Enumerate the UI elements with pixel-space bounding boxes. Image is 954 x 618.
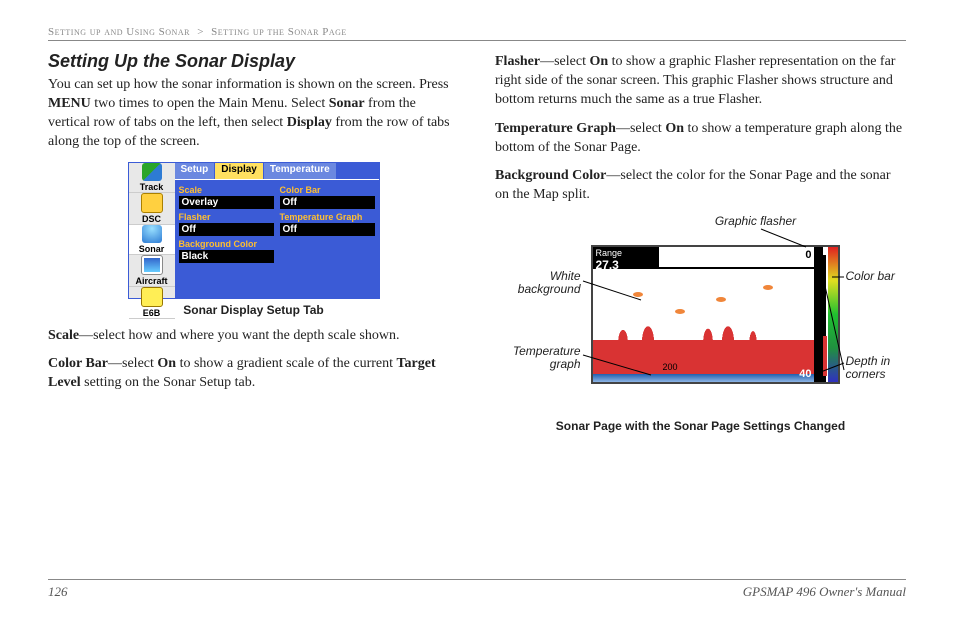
figure1-caption: Sonar Display Setup Tab: [183, 303, 323, 317]
tempgraph-paragraph: Temperature Graph—select On to show a te…: [495, 120, 906, 158]
breadcrumb-part1: Setting up and Using Sonar: [48, 26, 190, 38]
e6b-icon: [141, 287, 163, 307]
fish-icon: [716, 297, 726, 302]
sidebar-e6b: E6B: [129, 287, 175, 319]
breadcrumb-sep: >: [197, 26, 204, 38]
field-tempgraph-label: Temperature Graph: [280, 212, 375, 222]
header-rule: [48, 40, 906, 41]
page-footer: 126 GPSMAP 496 Owner's Manual: [48, 579, 906, 600]
page-number: 126: [48, 584, 68, 600]
scale-paragraph: Scale—select how and where you want the …: [48, 327, 459, 346]
fish-icon: [633, 292, 643, 297]
graphic-flasher: [814, 247, 826, 382]
callout-white-bg: White background: [496, 270, 581, 296]
fish-icon: [675, 309, 685, 314]
range-readout: Range27.3: [593, 247, 659, 269]
sonar-tab: Sonar: [329, 96, 365, 111]
sidebar-dsc: DSC: [129, 193, 175, 225]
tempgraph-term: Temperature Graph: [495, 121, 616, 136]
dsc-icon: [141, 193, 163, 213]
figure2-caption: Sonar Page with the Sonar Page Settings …: [495, 419, 906, 433]
callout-color-bar: Color bar: [846, 270, 895, 283]
manual-title: GPSMAP 496 Owner's Manual: [743, 584, 906, 600]
field-colorbar-label: Color Bar: [280, 185, 375, 195]
field-flasher-value: Off: [179, 223, 274, 236]
field-bgcolor-value: Black: [179, 250, 274, 263]
callout-depth: Depth in corners: [846, 355, 906, 381]
setup-pane: Setup Display Temperature ScaleOverlay C…: [175, 163, 379, 298]
display-tab: Display: [287, 115, 332, 130]
tab-setup: Setup: [175, 163, 216, 179]
figure-sonar-page: 200 Range27.3 0 40 Graphic flasher White…: [496, 215, 906, 415]
depth-bottom: 40: [799, 368, 811, 380]
field-scale-label: Scale: [179, 185, 274, 195]
sonar-screenshot: 200 Range27.3 0 40: [591, 245, 840, 384]
field-tempgraph-value: Off: [280, 223, 375, 236]
scale-tick: 200: [663, 362, 678, 372]
color-bar: [828, 247, 838, 382]
sidebar-aircraft: Aircraft: [129, 255, 175, 287]
field-bgcolor-label: Background Color: [179, 239, 274, 249]
figure-setup-tab: Track DSC Sonar Aircraft E6B Setup Displ…: [48, 162, 459, 317]
callout-temp-graph: Temperature graph: [496, 345, 581, 371]
field-scale-value: Overlay: [179, 196, 274, 209]
intro-paragraph: You can set up how the sonar information…: [48, 76, 459, 152]
field-colorbar-value: Off: [280, 196, 375, 209]
setup-screenshot: Track DSC Sonar Aircraft E6B Setup Displ…: [128, 162, 380, 299]
flasher-term: Flasher: [495, 54, 540, 69]
track-icon: [142, 163, 162, 181]
right-column: Flasher—select On to show a graphic Flas…: [495, 49, 906, 433]
field-flasher-label: Flasher: [179, 212, 274, 222]
fish-icon: [763, 285, 773, 290]
left-column: Setting Up the Sonar Display You can set…: [48, 49, 459, 433]
depth-top: 0: [805, 249, 811, 261]
section-heading: Setting Up the Sonar Display: [48, 51, 459, 72]
menu-key: MENU: [48, 96, 91, 111]
bgcolor-term: Background Color: [495, 168, 606, 183]
setup-sidebar: Track DSC Sonar Aircraft E6B: [129, 163, 175, 298]
sidebar-track: Track: [129, 163, 175, 193]
sonar-icon: [142, 225, 162, 243]
bgcolor-paragraph: Background Color—select the color for th…: [495, 167, 906, 205]
colorbar-paragraph: Color Bar—select On to show a gradient s…: [48, 355, 459, 393]
sidebar-sonar: Sonar: [129, 225, 175, 255]
breadcrumb-part2: Setting up the Sonar Page: [211, 26, 347, 38]
callout-flasher: Graphic flasher: [696, 215, 816, 228]
tab-display: Display: [215, 163, 264, 179]
breadcrumb: Setting up and Using Sonar > Setting up …: [48, 26, 906, 38]
flasher-paragraph: Flasher—select On to show a graphic Flas…: [495, 53, 906, 110]
tab-temperature: Temperature: [264, 163, 337, 179]
aircraft-icon: [141, 255, 163, 275]
colorbar-term: Color Bar: [48, 356, 108, 371]
scale-term: Scale: [48, 328, 79, 343]
